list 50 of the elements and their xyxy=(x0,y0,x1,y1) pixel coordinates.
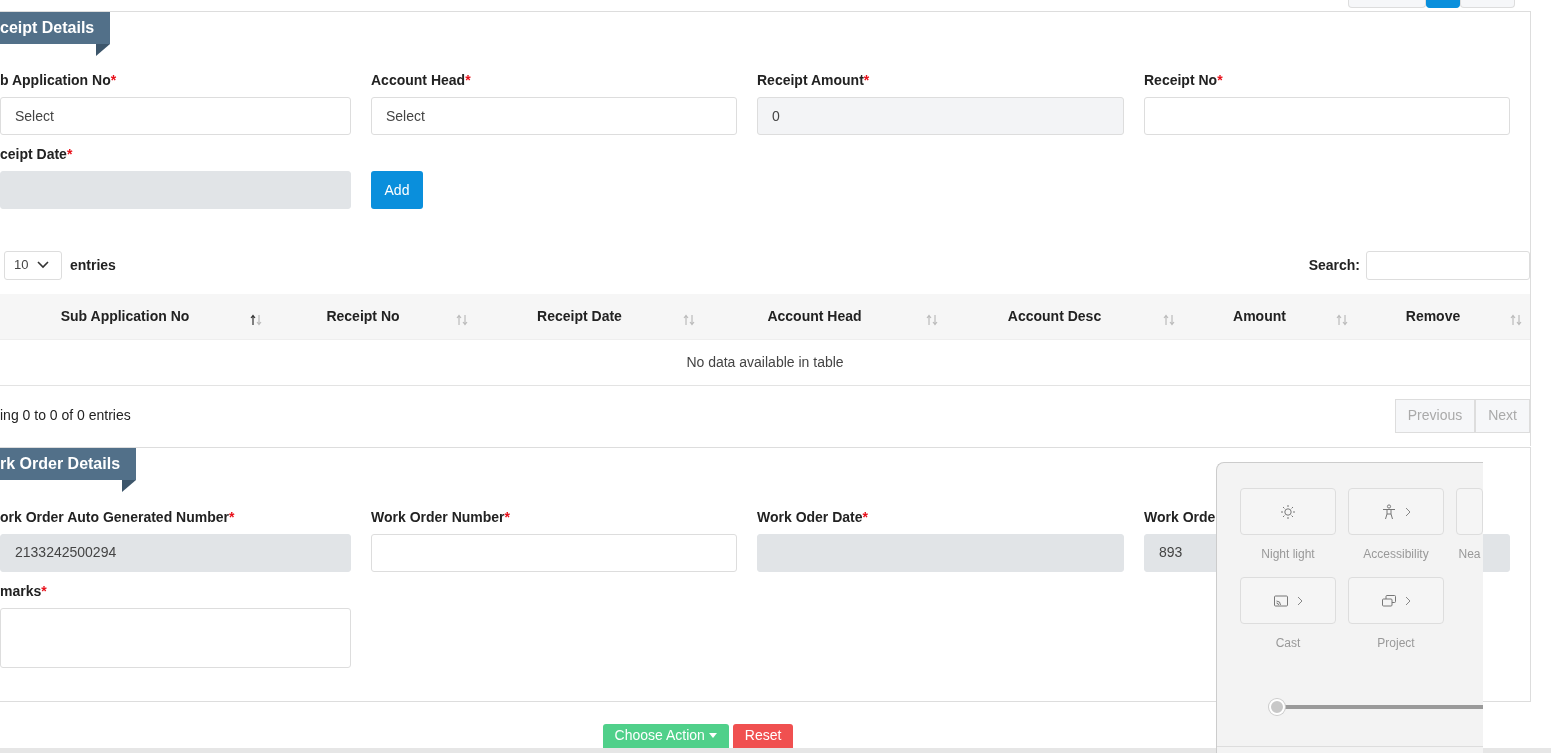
quick-setting-tile[interactable] xyxy=(1456,488,1483,535)
input-field[interactable]: 0 xyxy=(757,97,1124,135)
field-label: Work Order Number* xyxy=(371,507,510,526)
table-info: ing 0 to 0 of 0 entries xyxy=(0,406,131,425)
slider-thumb[interactable] xyxy=(1269,699,1285,715)
select-field[interactable]: Select xyxy=(0,97,351,135)
tile-label: Cast xyxy=(1275,635,1301,652)
text-area[interactable] xyxy=(0,607,351,668)
search-label: Search: xyxy=(1308,255,1360,275)
tile-label: Night light xyxy=(1261,546,1315,563)
page-size-select[interactable]: 10 xyxy=(4,250,62,280)
entries-label: entries xyxy=(70,255,116,275)
input-field[interactable] xyxy=(371,533,737,572)
quick-setting-tile[interactable] xyxy=(1348,577,1444,624)
tile-label: Accessibility xyxy=(1363,546,1429,563)
quick-setting-tile[interactable] xyxy=(1348,488,1444,535)
screens-icon xyxy=(1381,592,1397,609)
sun-icon xyxy=(1280,503,1296,520)
reset-button[interactable]: Reset xyxy=(732,723,794,748)
field-label: b Application No* xyxy=(0,71,117,89)
chevron-right-icon xyxy=(1405,595,1411,606)
field-label: marks* xyxy=(0,581,47,600)
ribbon-fold xyxy=(122,479,137,492)
page-button[interactable] xyxy=(1426,0,1460,8)
chevron-down-icon xyxy=(37,261,49,269)
brightness-slider[interactable] xyxy=(1269,699,1483,715)
quick-setting-tile[interactable] xyxy=(1240,488,1336,535)
field-label: Work Oder Date* xyxy=(757,507,868,526)
quick-setting-tile[interactable] xyxy=(1240,577,1336,624)
caret-icon xyxy=(708,733,717,738)
ribbon-fold xyxy=(96,44,111,56)
input-field[interactable] xyxy=(1144,97,1510,135)
chevron-right-icon xyxy=(1297,595,1303,606)
field-label: ork Order Auto Generated Number* xyxy=(0,507,235,526)
select-field[interactable]: Select xyxy=(371,97,737,135)
field-label: ceipt Date* xyxy=(0,145,73,163)
search-field[interactable] xyxy=(1366,250,1530,280)
chevron-right-icon xyxy=(1405,506,1411,517)
section-ribbon: ceipt Details xyxy=(0,12,111,44)
tile-label: Nea xyxy=(1458,546,1481,563)
add-button[interactable]: Add xyxy=(371,171,423,209)
field-label: Account Head* xyxy=(371,71,471,89)
empty-table-message: No data available in table xyxy=(0,339,1530,385)
tile-label: Project xyxy=(1377,635,1415,652)
section-ribbon: rk Order Details xyxy=(0,447,137,480)
field-label: Work Orde xyxy=(1144,507,1216,526)
cast-icon xyxy=(1273,592,1289,609)
field-label: Receipt No* xyxy=(1144,71,1223,89)
accessibility-icon xyxy=(1381,503,1397,520)
field-label: Receipt Amount* xyxy=(757,71,870,89)
